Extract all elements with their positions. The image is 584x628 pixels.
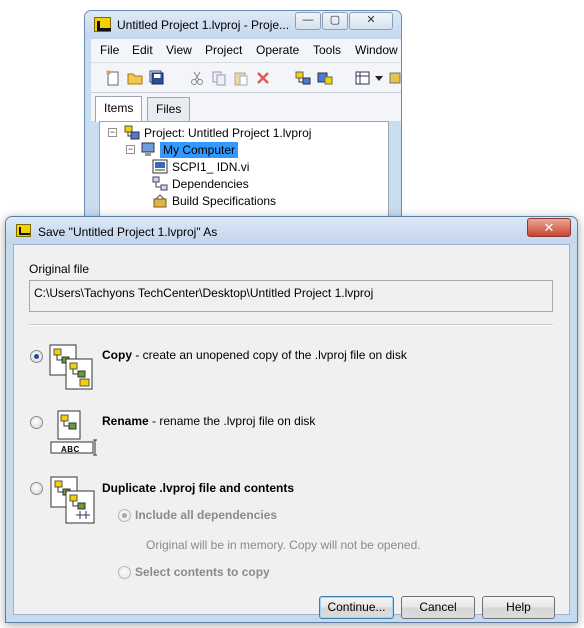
- cancel-button[interactable]: Cancel: [401, 596, 475, 619]
- menu-bar: File Edit View Project Operate Tools Win…: [91, 39, 401, 63]
- duplicate-radio[interactable]: [30, 482, 43, 495]
- computer-icon: [141, 142, 155, 156]
- menu-operate[interactable]: Operate: [256, 43, 299, 57]
- duplicate-label: Duplicate .lvproj file and contents: [102, 481, 295, 495]
- paste-icon[interactable]: [233, 70, 249, 86]
- tree-label-build-specifications: Build Specifications: [172, 193, 277, 208]
- menu-tools[interactable]: Tools: [313, 43, 341, 57]
- menu-view[interactable]: View: [166, 43, 192, 57]
- project-tabs: Items Files: [91, 93, 401, 122]
- dialog-close-button[interactable]: ✕: [527, 218, 571, 237]
- include-all-dependencies-radio[interactable]: [118, 509, 131, 522]
- dropdown-arrow-icon[interactable]: [373, 70, 389, 86]
- rename-option[interactable]: Rename - rename the .lvproj file on disk: [102, 414, 315, 428]
- dialog-title: Save "Untitled Project 1.lvproj" As: [38, 225, 218, 239]
- menu-window[interactable]: Window: [355, 43, 398, 57]
- duplicate-project-icon: [50, 476, 95, 524]
- rename-label: Rename: [102, 414, 149, 428]
- labview-app-icon: [94, 17, 111, 32]
- tab-items[interactable]: Items: [95, 96, 143, 122]
- tree-item-build-specifications[interactable]: Build Specifications: [152, 192, 276, 209]
- select-contents-label: Select contents to copy: [135, 565, 270, 579]
- collapse-icon[interactable]: −: [108, 128, 117, 137]
- include-all-dependencies-label: Include all dependencies: [135, 508, 278, 522]
- rename-description: - rename the .lvproj file on disk: [148, 414, 316, 428]
- build-icon[interactable]: [317, 70, 333, 86]
- project-window-title: Untitled Project 1.lvproj - Proje...: [117, 18, 290, 32]
- copy-project-icon: [49, 344, 93, 390]
- copy-description: - create an unopened copy of the .lvproj…: [132, 348, 407, 362]
- copy-radio[interactable]: [30, 350, 43, 363]
- dialog-title-bar[interactable]: Save "Untitled Project 1.lvproj" As ✕: [6, 217, 577, 244]
- minimize-button[interactable]: —: [295, 12, 321, 30]
- tree-label-vi: SCPI1_ IDN.vi: [172, 159, 250, 174]
- new-file-icon[interactable]: [105, 70, 121, 86]
- dependencies-icon: [152, 176, 168, 191]
- open-folder-icon[interactable]: [127, 70, 143, 86]
- project-close-button[interactable]: ✕: [349, 12, 393, 30]
- build-specifications-icon: [153, 194, 167, 208]
- tree-label-project: Project: Untitled Project 1.lvproj: [144, 125, 312, 140]
- delete-icon[interactable]: [255, 70, 271, 86]
- save-as-dialog: Save "Untitled Project 1.lvproj" As ✕ Or…: [5, 216, 578, 623]
- dialog-body: Original file C:\Users\Tachyons TechCent…: [13, 244, 570, 619]
- tab-files[interactable]: Files: [147, 97, 191, 121]
- menu-project[interactable]: Project: [205, 43, 242, 57]
- project-icon: [124, 125, 140, 140]
- copy-option[interactable]: Copy - create an unopened copy of the .l…: [102, 348, 407, 362]
- copy-icon[interactable]: [211, 70, 227, 86]
- tool-icon[interactable]: [388, 70, 402, 86]
- continue-button[interactable]: Continue...: [319, 596, 394, 619]
- copy-label: Copy: [102, 348, 132, 362]
- save-all-icon[interactable]: [149, 70, 165, 86]
- tree-item-my-computer[interactable]: − My Computer: [126, 141, 239, 158]
- separator: [29, 324, 553, 326]
- cut-icon[interactable]: [189, 70, 205, 86]
- tree-item-project[interactable]: − Project: Untitled Project 1.lvproj: [108, 124, 311, 141]
- tree-label-my-computer: My Computer: [160, 141, 239, 158]
- duplicate-option[interactable]: Duplicate .lvproj file and contents: [102, 481, 294, 495]
- tree-label-dependencies: Dependencies: [172, 176, 249, 191]
- project-add-icon[interactable]: [295, 70, 311, 86]
- toolbar: [91, 63, 401, 93]
- project-window-title-bar[interactable]: Untitled Project 1.lvproj - Proje... — ▢…: [85, 11, 401, 39]
- original-file-path: C:\Users\Tachyons TechCenter\Desktop\Unt…: [29, 280, 553, 312]
- original-file-label: Original file: [29, 262, 90, 276]
- select-contents-radio[interactable]: [118, 566, 131, 579]
- collapse-icon[interactable]: −: [126, 145, 135, 154]
- labview-app-icon: [16, 224, 31, 237]
- vi-icon: [152, 159, 168, 174]
- include-all-note: Original will be in memory. Copy will no…: [146, 538, 421, 552]
- tree-item-dependencies[interactable]: Dependencies: [152, 175, 249, 192]
- help-button[interactable]: Help: [482, 596, 555, 619]
- maximize-button[interactable]: ▢: [322, 12, 348, 30]
- menu-edit[interactable]: Edit: [132, 43, 153, 57]
- tree-item-vi[interactable]: SCPI1_ IDN.vi: [152, 158, 249, 175]
- rename-radio[interactable]: [30, 416, 43, 429]
- menu-file[interactable]: File: [100, 43, 119, 57]
- rename-icon-text: ABC: [61, 445, 80, 454]
- view-options-icon[interactable]: [355, 70, 371, 86]
